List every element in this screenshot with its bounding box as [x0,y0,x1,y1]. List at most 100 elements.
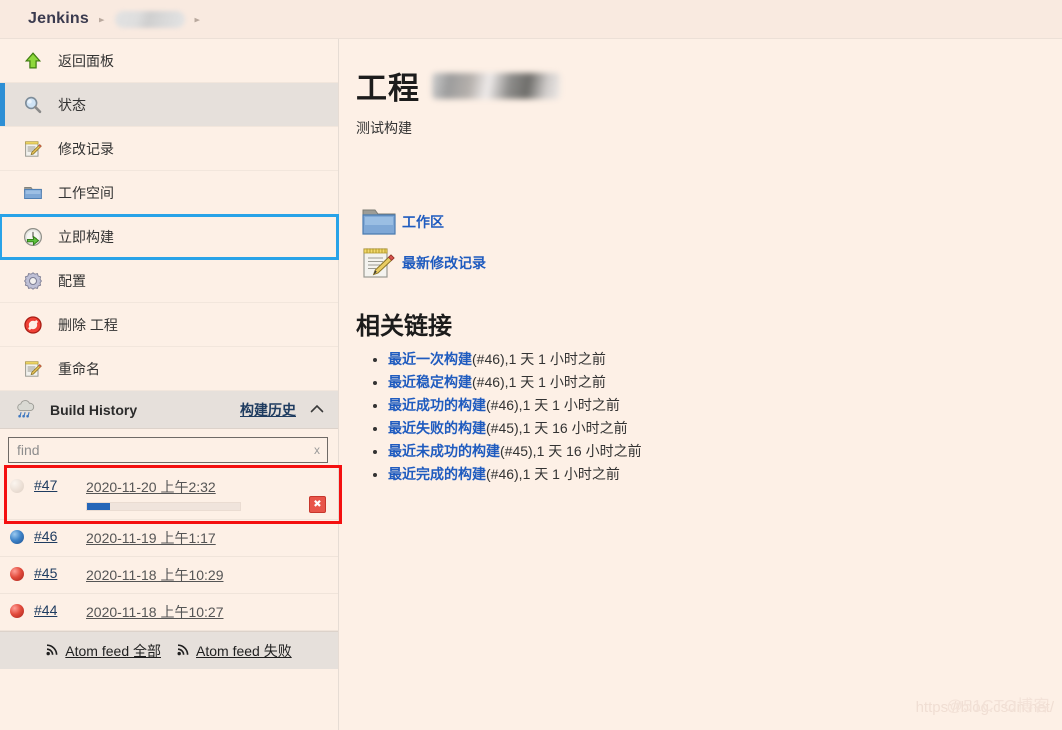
page-title: 工程 [356,63,1062,108]
build-search-wrap: x [0,429,338,469]
build-number[interactable]: #47 [34,477,86,493]
atom-feed-footer: Atom feed 全部 Atom feed 失败 [0,631,338,669]
sidebar-item-label: 立即构建 [58,228,114,245]
sidebar-item-configure[interactable]: 配置 [0,259,338,303]
build-clock-icon [20,226,46,248]
sidebar-item-label: 状态 [58,96,86,113]
sidebar-item-label: 返回面板 [58,52,114,69]
chevron-up-icon[interactable] [310,402,324,417]
clear-search-icon[interactable]: x [314,443,320,457]
related-link[interactable]: 最近完成的构建 [388,466,486,482]
breadcrumb-project-redacted[interactable] [114,10,185,28]
folder-icon [20,183,46,203]
jenkins-page: Jenkins ▸ ▸ 返回面板 状态 修改记录 工作空间 立即构建 配置 删除… [0,0,1062,730]
build-number[interactable]: #46 [34,528,86,544]
page-title-project-redacted [432,73,560,99]
status-ball-failed-icon [10,567,24,581]
atom-feed-all-label: Atom feed 全部 [65,642,161,659]
sidebar: 返回面板 状态 修改记录 工作空间 立即构建 配置 删除 工程 重命名 Buil… [0,39,342,730]
sidebar-item-label: 工作空间 [58,184,114,201]
breadcrumb-separator-2: ▸ [194,14,201,25]
up-arrow-icon [20,51,46,71]
gear-icon [20,271,46,291]
status-ball-pending-icon [10,479,24,493]
sidebar-item-label: 重命名 [58,360,100,377]
quick-link-workspace[interactable]: 工作区 [356,206,1062,238]
atom-feed-failed-label: Atom feed 失败 [196,642,292,659]
table-row[interactable]: #47 2020-11-20 上午2:32 ✖ [0,469,338,520]
related-link[interactable]: 最近一次构建 [388,351,472,367]
related-link-meta: (#46),1 天 1 小时之前 [472,374,606,390]
breadcrumb-separator-1: ▸ [99,14,105,25]
related-link[interactable]: 最近失败的构建 [388,420,486,436]
sidebar-item-status[interactable]: 状态 [0,83,338,127]
build-history-header: Build History 构建历史 [0,391,338,429]
build-number[interactable]: #45 [34,565,86,581]
quick-link-recent-changes[interactable]: 最新修改记录 [356,244,1062,282]
build-timestamp[interactable]: 2020-11-18 上午10:29 [86,567,224,583]
related-link-meta: (#46),1 天 1 小时之前 [486,397,620,413]
folder-icon [356,206,402,238]
build-search-box[interactable]: x [8,437,328,463]
search-input[interactable] [9,438,327,462]
sidebar-item-delete-project[interactable]: 删除 工程 [0,303,338,347]
status-ball-failed-icon [10,604,24,618]
top-header: Jenkins ▸ ▸ [0,0,1062,39]
build-number-link[interactable]: #45 [34,565,57,581]
build-number[interactable]: #44 [34,602,86,618]
related-links-title: 相关链接 [356,313,452,340]
build-number-link[interactable]: #47 [34,477,57,493]
sidebar-item-build-now[interactable]: 立即构建 [0,214,339,260]
atom-feed-all[interactable]: Atom feed 全部 [46,641,161,661]
magnifier-icon [20,95,46,115]
related-link[interactable]: 最近成功的构建 [388,397,486,413]
sidebar-item-label: 配置 [58,272,86,289]
weather-cloud-icon [14,398,38,421]
related-link-meta: (#46),1 天 1 小时之前 [486,466,620,482]
notepad-pencil-icon [20,139,46,159]
build-history-title: Build History [50,401,138,418]
related-link-meta: (#46),1 天 1 小时之前 [472,351,606,367]
main-content: 工程 测试构建 工作区 最新修改记录 相关链接 • 最近一次构建(#46),1 … [340,39,1062,730]
sidebar-item-label: 删除 工程 [58,316,118,333]
page-title-text: 工程 [356,71,420,106]
delete-forbidden-icon [20,315,46,335]
table-row[interactable]: #44 2020-11-18 上午10:27 [0,594,338,631]
related-link[interactable]: 最近未成功的构建 [388,443,500,459]
list-item: 最近稳定构建(#46),1 天 1 小时之前 [388,372,1062,392]
build-number-link[interactable]: #46 [34,528,57,544]
table-row[interactable]: #46 2020-11-19 上午1:17 [0,520,338,557]
build-timestamp[interactable]: 2020-11-20 上午2:32 [86,479,216,495]
rss-icon [177,643,190,659]
related-link-meta: (#45),1 天 16 小时之前 [500,443,642,459]
related-link[interactable]: 最近稳定构建 [388,374,472,390]
build-progress-bar [86,502,241,511]
rss-icon [46,643,59,659]
notepad-pencil-icon [20,359,46,379]
sidebar-item-rename[interactable]: 重命名 [0,347,338,391]
sidebar-item-label: 修改记录 [58,140,114,157]
list-item: 最近成功的构建(#46),1 天 1 小时之前 [388,395,1062,415]
list-item: 最近失败的构建(#45),1 天 16 小时之前 [388,418,1062,438]
quick-link-label[interactable]: 最新修改记录 [402,253,486,273]
notepad-pencil-icon [356,244,402,282]
list-item: 最近未成功的构建(#45),1 天 16 小时之前 [388,441,1062,461]
build-timestamp[interactable]: 2020-11-19 上午1:17 [86,530,216,546]
build-list: #47 2020-11-20 上午2:32 ✖ #46 2020-11-19 上… [0,465,342,631]
sidebar-item-workspace[interactable]: 工作空间 [0,171,338,215]
stop-build-button[interactable]: ✖ [309,496,326,513]
list-item: 最近完成的构建(#46),1 天 1 小时之前 [388,464,1062,484]
quick-link-label[interactable]: 工作区 [402,212,444,232]
page-subtitle: 测试构建 [356,120,412,136]
related-link-meta: (#45),1 天 16 小时之前 [486,420,628,436]
sidebar-item-back-to-dashboard[interactable]: 返回面板 [0,39,338,83]
atom-feed-failed[interactable]: Atom feed 失败 [177,641,292,661]
table-row[interactable]: #45 2020-11-18 上午10:29 [0,557,338,594]
build-progress-fill [87,503,110,510]
build-timestamp[interactable]: 2020-11-18 上午10:27 [86,604,224,620]
jenkins-brand[interactable]: Jenkins [28,10,89,28]
build-history-link[interactable]: 构建历史 [240,400,296,420]
build-number-link[interactable]: #44 [34,602,57,618]
sidebar-item-changes[interactable]: 修改记录 [0,127,338,171]
status-ball-success-icon [10,530,24,544]
